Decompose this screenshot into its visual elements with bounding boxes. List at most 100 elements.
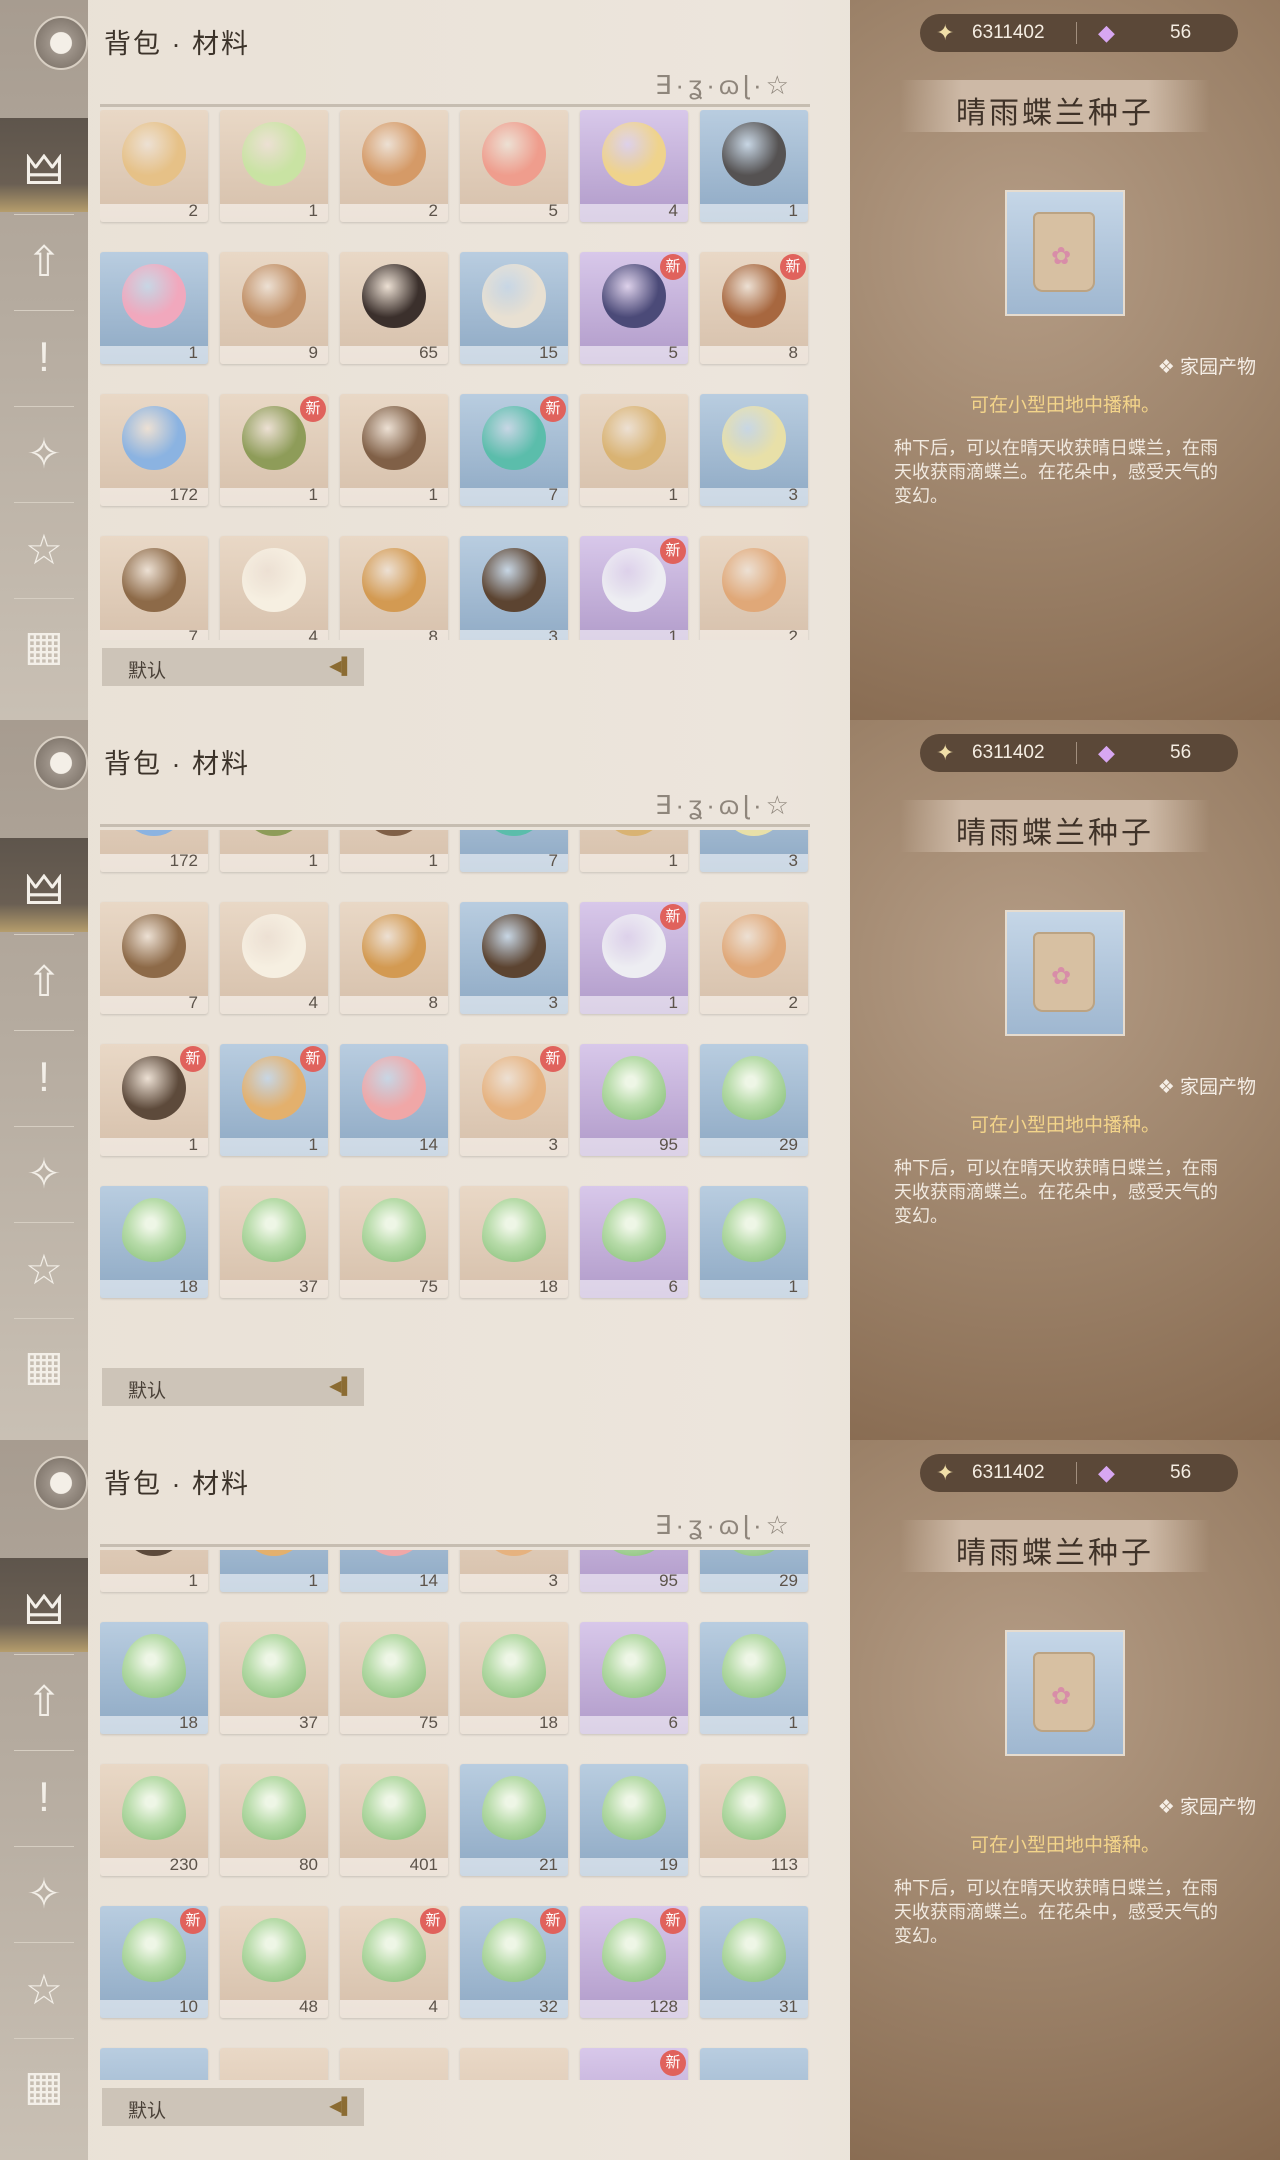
item-slot[interactable]: 2 — [700, 902, 808, 1014]
item-slot[interactable]: 1 — [700, 1622, 808, 1734]
item-slot[interactable]: 3 — [460, 536, 568, 640]
sidebar-item-feather[interactable]: ✧ — [0, 1126, 88, 1220]
item-slot[interactable]: 18 — [100, 1186, 208, 1298]
menu-logo-icon[interactable] — [34, 16, 88, 70]
item-slot[interactable]: 401 — [340, 1764, 448, 1876]
menu-logo-icon[interactable] — [34, 736, 88, 790]
item-slot[interactable]: 7新 — [460, 394, 568, 506]
item-slot[interactable]: 128 新 — [580, 1906, 688, 2018]
item-slot[interactable]: 2 — [340, 110, 448, 222]
item-slot[interactable]: 1 — [700, 110, 808, 222]
item-slot[interactable]: 75 — [340, 1622, 448, 1734]
item-slot[interactable]: 3 — [460, 1550, 568, 1592]
item-slot[interactable]: 8新 — [700, 252, 808, 364]
sidebar-item-cube[interactable]: ▦ — [0, 2038, 88, 2132]
item-slot[interactable]: 7 — [460, 830, 568, 872]
item-slot[interactable]: 9 — [220, 252, 328, 364]
sort-dropdown[interactable]: 默认 ◀▌ — [102, 1368, 364, 1406]
item-slot[interactable]: 172 — [100, 830, 208, 872]
item-slot[interactable]: 2 — [100, 110, 208, 222]
item-slot[interactable] — [220, 2048, 328, 2080]
sort-order-icon[interactable]: ◀▌ — [326, 1372, 356, 1402]
item-slot[interactable]: 29 — [700, 1550, 808, 1592]
sidebar-item-quest[interactable]: ! — [0, 1750, 88, 1844]
item-slot[interactable]: 1 — [220, 830, 328, 872]
sidebar-item-star[interactable]: ☆ — [0, 1222, 88, 1316]
sort-order-icon[interactable]: ◀▌ — [326, 652, 356, 682]
item-slot[interactable]: 37 — [220, 1186, 328, 1298]
item-slot[interactable] — [100, 2048, 208, 2080]
item-slot[interactable]: 1 — [100, 252, 208, 364]
item-slot[interactable]: 21 — [460, 1764, 568, 1876]
sidebar-item-quest[interactable]: ! — [0, 310, 88, 404]
item-slot[interactable]: 1 — [700, 1186, 808, 1298]
item-slot[interactable]: 1 — [580, 830, 688, 872]
item-slot[interactable]: 1 — [340, 830, 448, 872]
sidebar-item-materials[interactable]: 🜲 — [0, 838, 88, 932]
item-slot[interactable]: 3 — [460, 902, 568, 1014]
item-slot[interactable]: 19 — [580, 1764, 688, 1876]
item-slot[interactable]: 230 — [100, 1764, 208, 1876]
item-slot[interactable]: 31 — [700, 1906, 808, 2018]
item-slot[interactable] — [460, 2048, 568, 2080]
item-slot[interactable]: 8 — [340, 902, 448, 1014]
sort-dropdown[interactable]: 默认 ◀▌ — [102, 2088, 364, 2126]
sidebar-item-materials[interactable]: 🜲 — [0, 1558, 88, 1652]
sidebar-item-cube[interactable]: ▦ — [0, 1318, 88, 1412]
sidebar-item-materials[interactable]: 🜲 — [0, 118, 88, 212]
item-slot[interactable]: 15 — [460, 252, 568, 364]
item-slot[interactable]: 37 — [220, 1622, 328, 1734]
sidebar-item-feather[interactable]: ✧ — [0, 406, 88, 500]
item-slot[interactable]: 1 — [580, 394, 688, 506]
item-slot[interactable]: 1新 — [220, 1044, 328, 1156]
menu-logo-icon[interactable] — [34, 1456, 88, 1510]
item-slot[interactable]: 14 — [340, 1044, 448, 1156]
item-slot[interactable]: 1 — [100, 1550, 208, 1592]
sidebar-item-quest[interactable]: ! — [0, 1030, 88, 1124]
item-slot[interactable]: 新 — [580, 2048, 688, 2080]
item-slot[interactable]: 1新 — [220, 394, 328, 506]
item-slot[interactable]: 65 — [340, 252, 448, 364]
item-slot[interactable]: 4 — [220, 536, 328, 640]
item-slot[interactable]: 18 — [460, 1622, 568, 1734]
item-slot[interactable]: 80 — [220, 1764, 328, 1876]
item-slot[interactable]: 1新 — [580, 902, 688, 1014]
item-slot[interactable]: 18 — [460, 1186, 568, 1298]
item-slot[interactable]: 3新 — [460, 1044, 568, 1156]
sidebar-item-upgrade[interactable]: ⇧ — [0, 214, 88, 308]
item-slot[interactable]: 1 — [340, 394, 448, 506]
item-slot[interactable]: 5新 — [580, 252, 688, 364]
item-slot[interactable]: 10 新 — [100, 1906, 208, 2018]
sidebar-item-star[interactable]: ☆ — [0, 1942, 88, 2036]
item-slot[interactable]: 14 — [340, 1550, 448, 1592]
item-slot[interactable]: 3 — [700, 394, 808, 506]
item-slot[interactable]: 172 — [100, 394, 208, 506]
item-slot[interactable]: 7 — [100, 902, 208, 1014]
item-slot[interactable]: 6 — [580, 1622, 688, 1734]
item-slot[interactable]: 113 — [700, 1764, 808, 1876]
item-slot[interactable]: 7 — [100, 536, 208, 640]
item-slot[interactable]: 1新 — [580, 536, 688, 640]
item-slot[interactable]: 6 — [580, 1186, 688, 1298]
item-slot[interactable]: 1 — [220, 1550, 328, 1592]
item-slot[interactable]: 3 — [700, 830, 808, 872]
sidebar-item-star[interactable]: ☆ — [0, 502, 88, 596]
item-slot[interactable]: 32 新 — [460, 1906, 568, 2018]
item-slot[interactable]: 5 — [460, 110, 568, 222]
sort-order-icon[interactable]: ◀▌ — [326, 2092, 356, 2122]
item-slot[interactable]: 4 — [580, 110, 688, 222]
item-slot[interactable]: 48 — [220, 1906, 328, 2018]
item-slot[interactable]: 18 — [100, 1622, 208, 1734]
item-slot[interactable]: 75 — [340, 1186, 448, 1298]
item-slot[interactable]: 29 — [700, 1044, 808, 1156]
sort-dropdown[interactable]: 默认 ◀▌ — [102, 648, 364, 686]
sidebar-item-upgrade[interactable]: ⇧ — [0, 1654, 88, 1748]
item-slot[interactable]: 2 — [700, 536, 808, 640]
item-slot[interactable]: 95 — [580, 1044, 688, 1156]
sidebar-item-feather[interactable]: ✧ — [0, 1846, 88, 1940]
sidebar-item-upgrade[interactable]: ⇧ — [0, 934, 88, 1028]
item-slot[interactable] — [700, 2048, 808, 2080]
item-slot[interactable] — [340, 2048, 448, 2080]
item-slot[interactable]: 1 — [220, 110, 328, 222]
item-slot[interactable]: 4新 — [340, 1906, 448, 2018]
